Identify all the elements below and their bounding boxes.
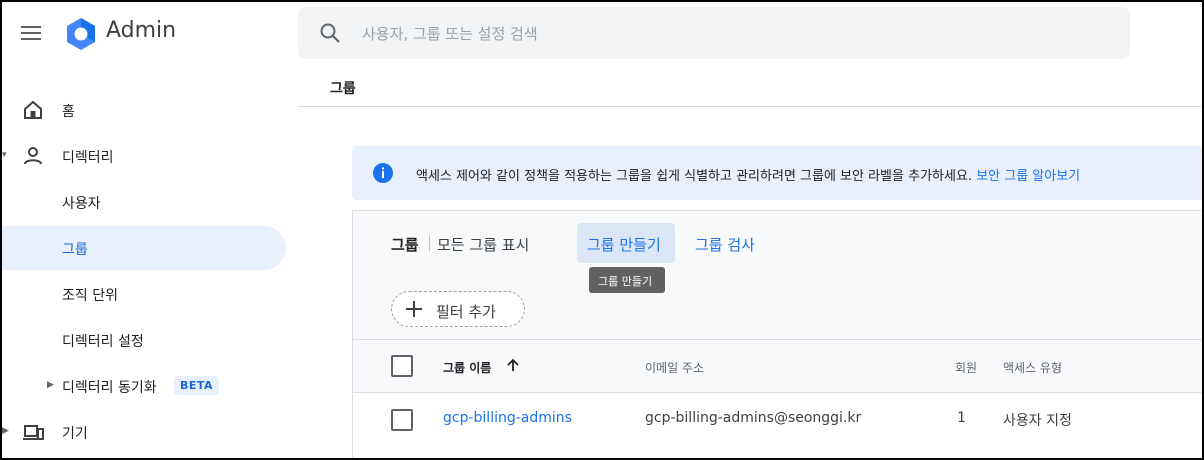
person-icon xyxy=(24,147,42,165)
admin-logo-icon[interactable] xyxy=(64,17,98,51)
app-title: Admin xyxy=(106,18,177,43)
sidebar-item-groups[interactable]: 그룹 xyxy=(2,226,286,270)
column-header-group-name[interactable]: 그룹 이름 xyxy=(443,359,491,376)
sidebar-item-label: 그룹 xyxy=(62,242,88,258)
group-member-count: 1 xyxy=(957,410,966,426)
caret-down-icon[interactable]: ▾ xyxy=(2,150,7,160)
caret-right-icon[interactable]: ▶ xyxy=(2,426,9,436)
home-icon xyxy=(24,100,42,119)
group-email: gcp-billing-admins@seonggi.kr xyxy=(645,410,862,426)
sidebar-item-label: 디렉터리 xyxy=(62,150,114,166)
sidebar-item-label: 기기 xyxy=(62,426,88,442)
breadcrumb[interactable]: 그룹 xyxy=(330,78,356,98)
sidebar-item-users[interactable]: 사용자 xyxy=(2,180,286,224)
column-header-access-type: 액세스 유형 xyxy=(1003,361,1063,375)
group-access-type: 사용자 지정 xyxy=(1003,413,1072,429)
inspect-group-button[interactable]: 그룹 검사 xyxy=(695,234,755,255)
sidebar-item-label: 사용자 xyxy=(62,196,101,212)
search-input[interactable]: 사용자, 그룹 또는 설정 검색 xyxy=(362,23,538,44)
admin-window: Admin 사용자, 그룹 또는 설정 검색 그룹 홈 ▾ 디렉터리 사용자 그… xyxy=(0,0,1204,460)
show-all-groups[interactable]: 모든 그룹 표시 xyxy=(437,234,529,255)
toolbar-title: 그룹 xyxy=(391,236,419,254)
sidebar-item-devices[interactable]: ▶ 기기 xyxy=(2,410,286,454)
hamburger-menu-icon[interactable] xyxy=(20,22,42,44)
header-divider xyxy=(298,106,1202,107)
sidebar-item-label: 디렉터리 설정 xyxy=(62,334,144,350)
create-group-tooltip: 그룹 만들기 xyxy=(589,267,665,293)
learn-security-groups-link[interactable]: 보안 그룹 알아보기 xyxy=(976,169,1080,184)
table-row[interactable]: gcp-billing-admins gcp-billing-admins@se… xyxy=(353,393,1202,447)
create-group-button[interactable]: 그룹 만들기 xyxy=(577,223,675,263)
banner-text: 액세스 제어와 같이 정책을 적용하는 그룹을 쉽게 식별하고 관리하려면 그룹… xyxy=(416,165,1080,184)
sidebar-item-label: 조직 단위 xyxy=(62,288,118,304)
sidebar-item-label: 홈 xyxy=(62,104,75,120)
caret-right-icon[interactable]: ▶ xyxy=(47,380,54,390)
create-group-label: 그룹 만들기 xyxy=(587,236,661,254)
column-header-members: 회원 xyxy=(955,361,978,375)
search-icon xyxy=(320,23,340,43)
search-bar[interactable]: 사용자, 그룹 또는 설정 검색 xyxy=(298,7,1130,59)
tooltip-text: 그룹 만들기 xyxy=(598,275,653,288)
group-name-link[interactable]: gcp-billing-admins xyxy=(443,410,572,426)
beta-badge: BETA xyxy=(174,376,220,395)
sort-ascending-icon[interactable] xyxy=(505,357,521,373)
add-filter-label: 필터 추가 xyxy=(436,303,496,321)
groups-toolbar: 그룹 모든 그룹 표시 그룹 만들기 그룹 검사 그룹 만들기 필터 추가 xyxy=(353,211,1202,339)
info-icon xyxy=(373,163,393,183)
plus-icon xyxy=(406,301,422,317)
sidebar-item-directory[interactable]: ▾ 디렉터리 xyxy=(2,134,286,178)
sidebar-item-label: 디렉터리 동기화 xyxy=(62,380,157,396)
select-all-checkbox[interactable] xyxy=(391,355,413,377)
sidebar-item-org-units[interactable]: 조직 단위 xyxy=(2,272,286,316)
sidebar-item-directory-sync[interactable]: ▶ 디렉터리 동기화 BETA xyxy=(2,364,286,408)
column-header-email: 이메일 주소 xyxy=(645,361,705,375)
add-filter-button[interactable]: 필터 추가 xyxy=(391,291,525,327)
groups-card: 그룹 모든 그룹 표시 그룹 만들기 그룹 검사 그룹 만들기 필터 추가 그룹… xyxy=(352,210,1202,458)
security-label-banner: 액세스 제어와 같이 정책을 적용하는 그룹을 쉽게 식별하고 관리하려면 그룹… xyxy=(352,146,1202,200)
row-checkbox[interactable] xyxy=(391,409,413,431)
banner-message: 액세스 제어와 같이 정책을 적용하는 그룹을 쉽게 식별하고 관리하려면 그룹… xyxy=(416,169,973,184)
sidebar-item-home[interactable]: 홈 xyxy=(2,88,286,132)
table-header: 그룹 이름 이메일 주소 회원 액세스 유형 xyxy=(353,339,1202,393)
toolbar-divider xyxy=(429,235,430,251)
devices-icon xyxy=(23,425,44,440)
sidebar-item-directory-settings[interactable]: 디렉터리 설정 xyxy=(2,318,286,362)
